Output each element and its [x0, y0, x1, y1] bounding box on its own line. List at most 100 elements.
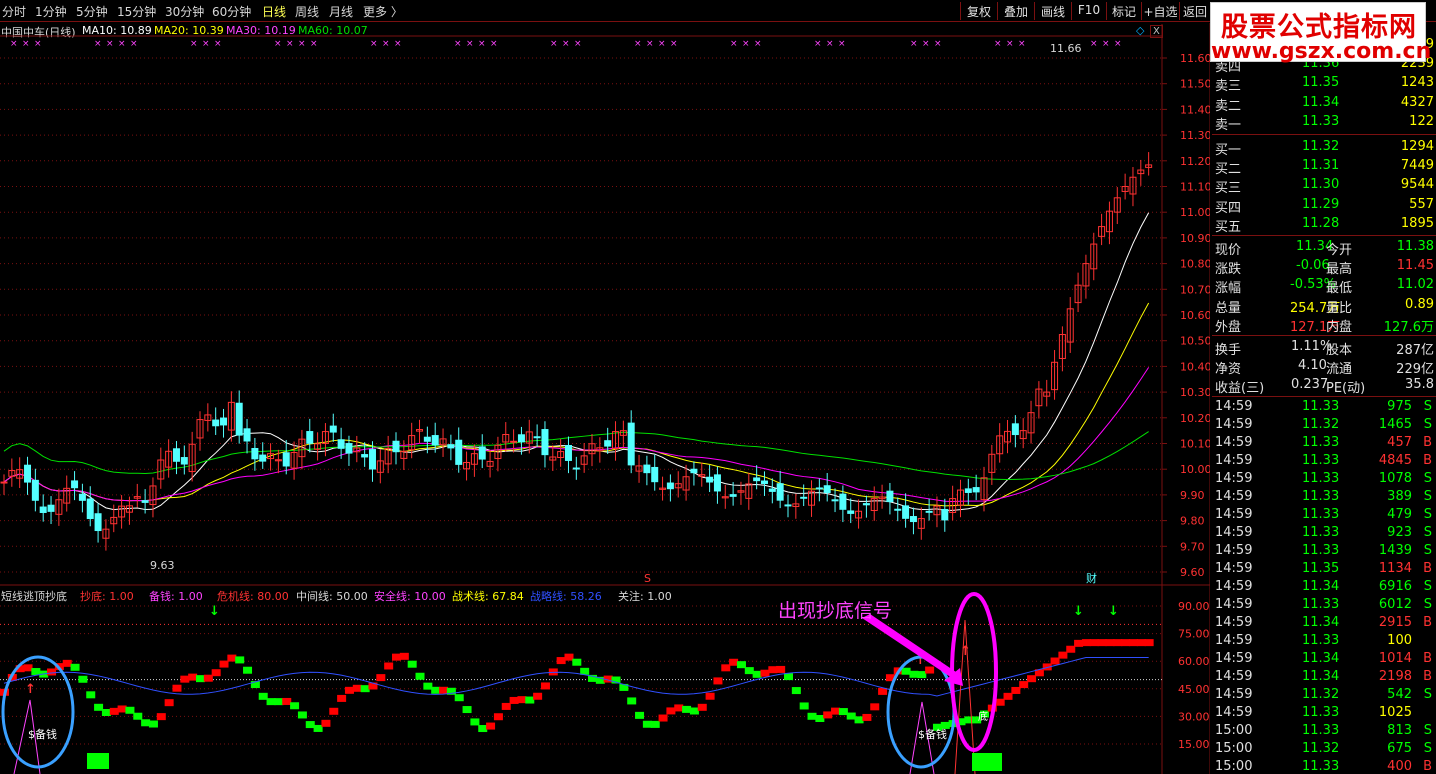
tab-5min[interactable]: 5分钟	[76, 3, 108, 20]
tick-row[interactable]: 14:59 11.33 6012 S	[1212, 596, 1436, 615]
tactic-bar	[243, 666, 253, 674]
buy-order-row[interactable]: 买四 11.29 557	[1212, 196, 1436, 216]
tick-price: 11.32	[1302, 686, 1340, 702]
tick-time: 14:59	[1215, 434, 1253, 450]
tactic-bar	[682, 705, 692, 713]
tactic-bar	[870, 703, 880, 711]
tick-row[interactable]: 14:59 11.33 389 S	[1212, 488, 1436, 507]
tick-row[interactable]: 14:59 11.33 975 S	[1212, 398, 1436, 417]
tab-15min[interactable]: 15分钟	[117, 3, 156, 20]
huaxian-button[interactable]: 画线	[1034, 2, 1071, 20]
buy-order-row[interactable]: 买五 11.28 1895	[1212, 215, 1436, 235]
tick-row[interactable]: 14:59 11.34 6916 S	[1212, 578, 1436, 597]
tab-more[interactable]: 更多 〉	[363, 3, 403, 20]
tick-time: 14:59	[1215, 596, 1253, 612]
sell-order-row[interactable]: 卖一 11.33 122	[1212, 113, 1436, 133]
tick-row[interactable]: 14:59 11.34 2915 B	[1212, 614, 1436, 633]
quote-stat-row[interactable]: 涨幅 -0.53% 最低 11.02	[1212, 276, 1436, 297]
stat-label: 总量	[1215, 300, 1242, 316]
tick-row[interactable]: 14:59 11.33 457 B	[1212, 434, 1436, 453]
quote-stat-row[interactable]: 总量 254.7万 量比 0.89	[1212, 296, 1436, 316]
tick-row[interactable]: 14:59 11.33 4845 B	[1212, 452, 1436, 471]
signal-x-marker: ×	[922, 39, 930, 49]
tab-30min[interactable]: 30分钟	[165, 3, 204, 20]
quote-stat-row[interactable]: 外盘 127.1万 内盘 127.6万	[1212, 315, 1436, 335]
tick-volume: 813	[1387, 722, 1412, 738]
tactic-bar	[501, 702, 511, 710]
tick-volume: 1134	[1378, 560, 1412, 576]
signal-x-marker: ×	[1114, 39, 1122, 49]
info-label: 换手	[1215, 343, 1242, 358]
tick-row[interactable]: 14:59 11.33 100	[1212, 632, 1436, 651]
tick-price: 11.32	[1302, 740, 1340, 756]
buy-order-row[interactable]: 买二 11.31 7449	[1212, 157, 1436, 177]
signal-x-marker: ×	[994, 39, 1002, 49]
f10-button[interactable]: F10	[1071, 2, 1106, 20]
tactic-bar	[274, 698, 284, 706]
tick-row[interactable]: 14:59 11.33 479 S	[1212, 506, 1436, 525]
tick-side: B	[1423, 758, 1432, 774]
tick-row[interactable]: 15:00 11.32 675 S	[1212, 740, 1436, 759]
chart-canvas[interactable]: 11.60 11.50 11.40 11.30 11.20 11.10 11.00 10.90…	[0, 23, 1210, 774]
tick-row[interactable]: 14:59 11.35 1134 B	[1212, 560, 1436, 579]
back-button[interactable]: 返回	[1179, 2, 1210, 20]
tick-side: B	[1423, 560, 1432, 576]
tick-side: S	[1423, 542, 1432, 558]
tactic-bar	[1144, 639, 1154, 647]
tick-price: 11.33	[1302, 524, 1340, 540]
beiqian-label: $备钱	[28, 727, 57, 741]
tab-daily[interactable]: 日线	[262, 3, 286, 20]
biaoji-button[interactable]: 标记	[1106, 2, 1141, 20]
ind-tick-label: 75.00	[1178, 628, 1210, 641]
tactic-bar	[1058, 651, 1068, 659]
tactic-bar	[313, 724, 323, 732]
tactic-bar	[141, 719, 151, 727]
candle-body	[706, 476, 714, 483]
tick-row[interactable]: 14:59 11.32 1465 S	[1212, 416, 1436, 435]
candle-body	[941, 508, 949, 521]
tactic-bar	[125, 706, 135, 714]
quote-info-row[interactable]: 收益(三) 0.237 PE(动) 35.8	[1212, 376, 1436, 396]
quote-stat-row[interactable]: 涨跌 -0.06 最高 11.45	[1212, 257, 1436, 277]
tab-60min[interactable]: 60分钟	[212, 3, 251, 20]
tick-side: S	[1423, 722, 1432, 738]
tab-monthly[interactable]: 月线	[329, 3, 353, 20]
tick-row[interactable]: 15:00 11.33 813 S	[1212, 722, 1436, 741]
sell-order-row[interactable]: 卖二 11.34 4327	[1212, 94, 1436, 114]
buy-order-row[interactable]: 买一 11.32 1294	[1212, 138, 1436, 158]
tick-row[interactable]: 14:59 11.33 1025	[1212, 704, 1436, 723]
sell-order-row[interactable]: 卖三 11.35 1243	[1212, 74, 1436, 94]
tick-row[interactable]: 14:59 11.34 2198 B	[1212, 668, 1436, 687]
candle-body	[823, 485, 831, 494]
tick-price: 11.32	[1302, 416, 1340, 432]
add-watchlist-button[interactable]: +自选	[1141, 2, 1179, 20]
ind-tick-label: 45.00	[1178, 683, 1210, 696]
fuquan-button[interactable]: 复权	[960, 2, 997, 20]
signal-x-marker: ×	[394, 39, 402, 49]
buy-order-row[interactable]: 买三 11.30 9544	[1212, 176, 1436, 196]
stat-label: 最低	[1326, 281, 1353, 297]
tactic-bar	[713, 677, 723, 685]
tick-row[interactable]: 14:59 11.34 1014 B	[1212, 650, 1436, 669]
signal-x-marker: ×	[658, 39, 666, 49]
tick-row[interactable]: 14:59 11.32 542 S	[1212, 686, 1436, 705]
quote-info-row[interactable]: 净资 4.10 流通 229亿	[1212, 357, 1436, 377]
tick-row[interactable]: 14:59 11.33 1078 S	[1212, 470, 1436, 489]
diejia-button[interactable]: 叠加	[997, 2, 1034, 20]
tick-row[interactable]: 14:59 11.33 1439 S	[1212, 542, 1436, 561]
tab-weekly[interactable]: 周线	[295, 3, 319, 20]
tab-fenshi[interactable]: 分时	[2, 3, 26, 20]
order-price: 11.28	[1302, 215, 1340, 231]
tactic-bar	[31, 668, 41, 676]
tick-row[interactable]: 15:00 11.33 400 B	[1212, 758, 1436, 774]
tactic-bar	[133, 712, 143, 720]
tactic-bar	[486, 722, 496, 730]
quote-info-row[interactable]: 换手 1.11% 股本 287亿	[1212, 338, 1436, 358]
tactic-bar	[1097, 639, 1107, 647]
candle-body	[1011, 423, 1019, 436]
signal-x-marker: ×	[94, 39, 102, 49]
candle-body	[776, 483, 784, 501]
tab-1min[interactable]: 1分钟	[35, 3, 67, 20]
tick-row[interactable]: 14:59 11.33 923 S	[1212, 524, 1436, 543]
quote-stat-row[interactable]: 现价 11.34 今开 11.38	[1212, 238, 1436, 258]
